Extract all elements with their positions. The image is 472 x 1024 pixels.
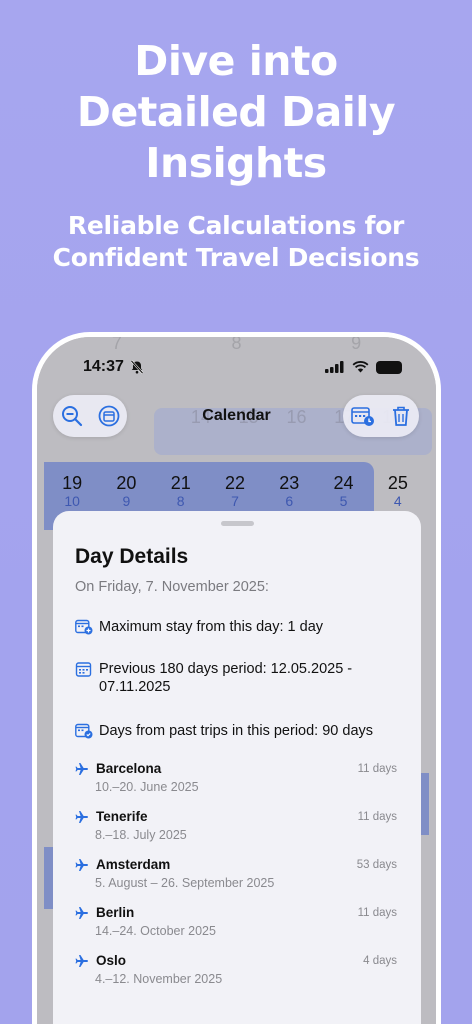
toolbar-right-group [343, 395, 419, 437]
status-bar: 14:37 [37, 355, 436, 379]
sheet-grabber[interactable] [221, 521, 254, 526]
clock-text: 14:37 [83, 358, 124, 375]
trip-name: Barcelona [96, 761, 162, 776]
calendar-check-icon [75, 723, 93, 739]
info-text: Days from past trips in this period: 90 … [99, 723, 374, 739]
trip-range: 5. August – 26. September 2025 [95, 876, 275, 890]
calendar-day[interactable]: 22 7 [208, 473, 262, 509]
airplane-icon [75, 858, 88, 871]
calendar-add-icon[interactable] [351, 405, 375, 427]
ghost-day: 9 [351, 333, 362, 353]
trip-range: 10.–20. June 2025 [95, 780, 199, 794]
airplane-icon [75, 906, 88, 919]
trip-item[interactable]: Tenerife 11 days 8.–18. July 2025 [75, 809, 397, 842]
headline-line-1: Dive into [134, 37, 338, 85]
calendar-day[interactable]: 25 4 [371, 473, 425, 509]
calendar-day[interactable]: 24 5 [316, 473, 370, 509]
wifi-icon [352, 361, 369, 373]
calendar-plus-icon [75, 619, 93, 635]
calendar-week-row: 19 10 20 9 21 8 22 7 23 6 24 5 25 4 [45, 473, 425, 509]
subline-line-1: Reliable Calculations for [67, 211, 405, 240]
calendar-day[interactable]: 19 10 [45, 473, 99, 509]
headline: Dive into Detailed Daily Insights [0, 36, 472, 189]
info-max-stay: Maximum stay from this day: 1 day [75, 618, 405, 636]
airplane-icon [75, 954, 88, 967]
trip-item[interactable]: Oslo 4 days 4.–12. November 2025 [75, 953, 397, 986]
trip-days: 4 days [363, 954, 397, 967]
ghost-week-row: 7 8 9 [37, 333, 436, 354]
headline-line-2: Detailed Daily [76, 88, 396, 136]
trip-days: 11 days [357, 906, 397, 919]
airplane-icon [75, 762, 88, 775]
trip-name: Oslo [96, 953, 127, 968]
calendar-day[interactable]: 23 6 [262, 473, 316, 509]
trip-name: Amsterdam [96, 857, 171, 872]
trip-name: Berlin [96, 905, 135, 920]
status-time: 14:37 [83, 358, 144, 376]
phone-frame: 7 8 9 14 15 16 17 18 14:37 [32, 332, 441, 1024]
bell-slash-icon [130, 360, 144, 374]
subline: Reliable Calculations for Confident Trav… [0, 210, 472, 274]
trip-item[interactable]: Berlin 11 days 14.–24. October 2025 [75, 905, 397, 938]
trip-days: 11 days [357, 810, 397, 823]
trip-days: 53 days [356, 858, 397, 871]
calendar-day[interactable]: 20 9 [99, 473, 153, 509]
trip-item[interactable]: Amsterdam 53 days 5. August – 26. Septem… [75, 857, 397, 890]
calendar-icon [75, 662, 92, 677]
status-icons [325, 360, 402, 374]
trash-icon[interactable] [391, 405, 411, 427]
app-screen: 7 8 9 14 15 16 17 18 14:37 [37, 337, 436, 1024]
signal-icon [325, 361, 344, 373]
headline-line-3: Insights [145, 139, 327, 187]
info-past-trips: Days from past trips in this period: 90 … [75, 722, 405, 740]
ghost-day: 8 [231, 333, 242, 353]
info-period: Previous 180 days period: 12.05.2025 - 0… [75, 660, 405, 696]
day-details-sheet: Day Details On Friday, 7. November 2025:… [53, 511, 421, 1024]
sheet-date: On Friday, 7. November 2025: [75, 579, 269, 595]
trip-range: 8.–18. July 2025 [95, 828, 187, 842]
trip-name: Tenerife [96, 809, 148, 824]
trip-item[interactable]: Barcelona 11 days 10.–20. June 2025 [75, 761, 397, 794]
subline-line-2: Confident Travel Decisions [52, 243, 420, 272]
airplane-icon [75, 810, 88, 823]
trip-range: 4.–12. November 2025 [95, 972, 223, 986]
calendar-day[interactable]: 21 8 [154, 473, 208, 509]
ghost-day: 7 [111, 333, 122, 353]
sheet-title: Day Details [75, 545, 189, 568]
trip-days: 11 days [357, 762, 397, 775]
battery-icon [376, 360, 402, 374]
info-text: Previous 180 days period: 12.05.2025 - 0… [99, 661, 353, 695]
info-text: Maximum stay from this day: 1 day [99, 619, 324, 635]
trip-range: 14.–24. October 2025 [95, 924, 216, 938]
